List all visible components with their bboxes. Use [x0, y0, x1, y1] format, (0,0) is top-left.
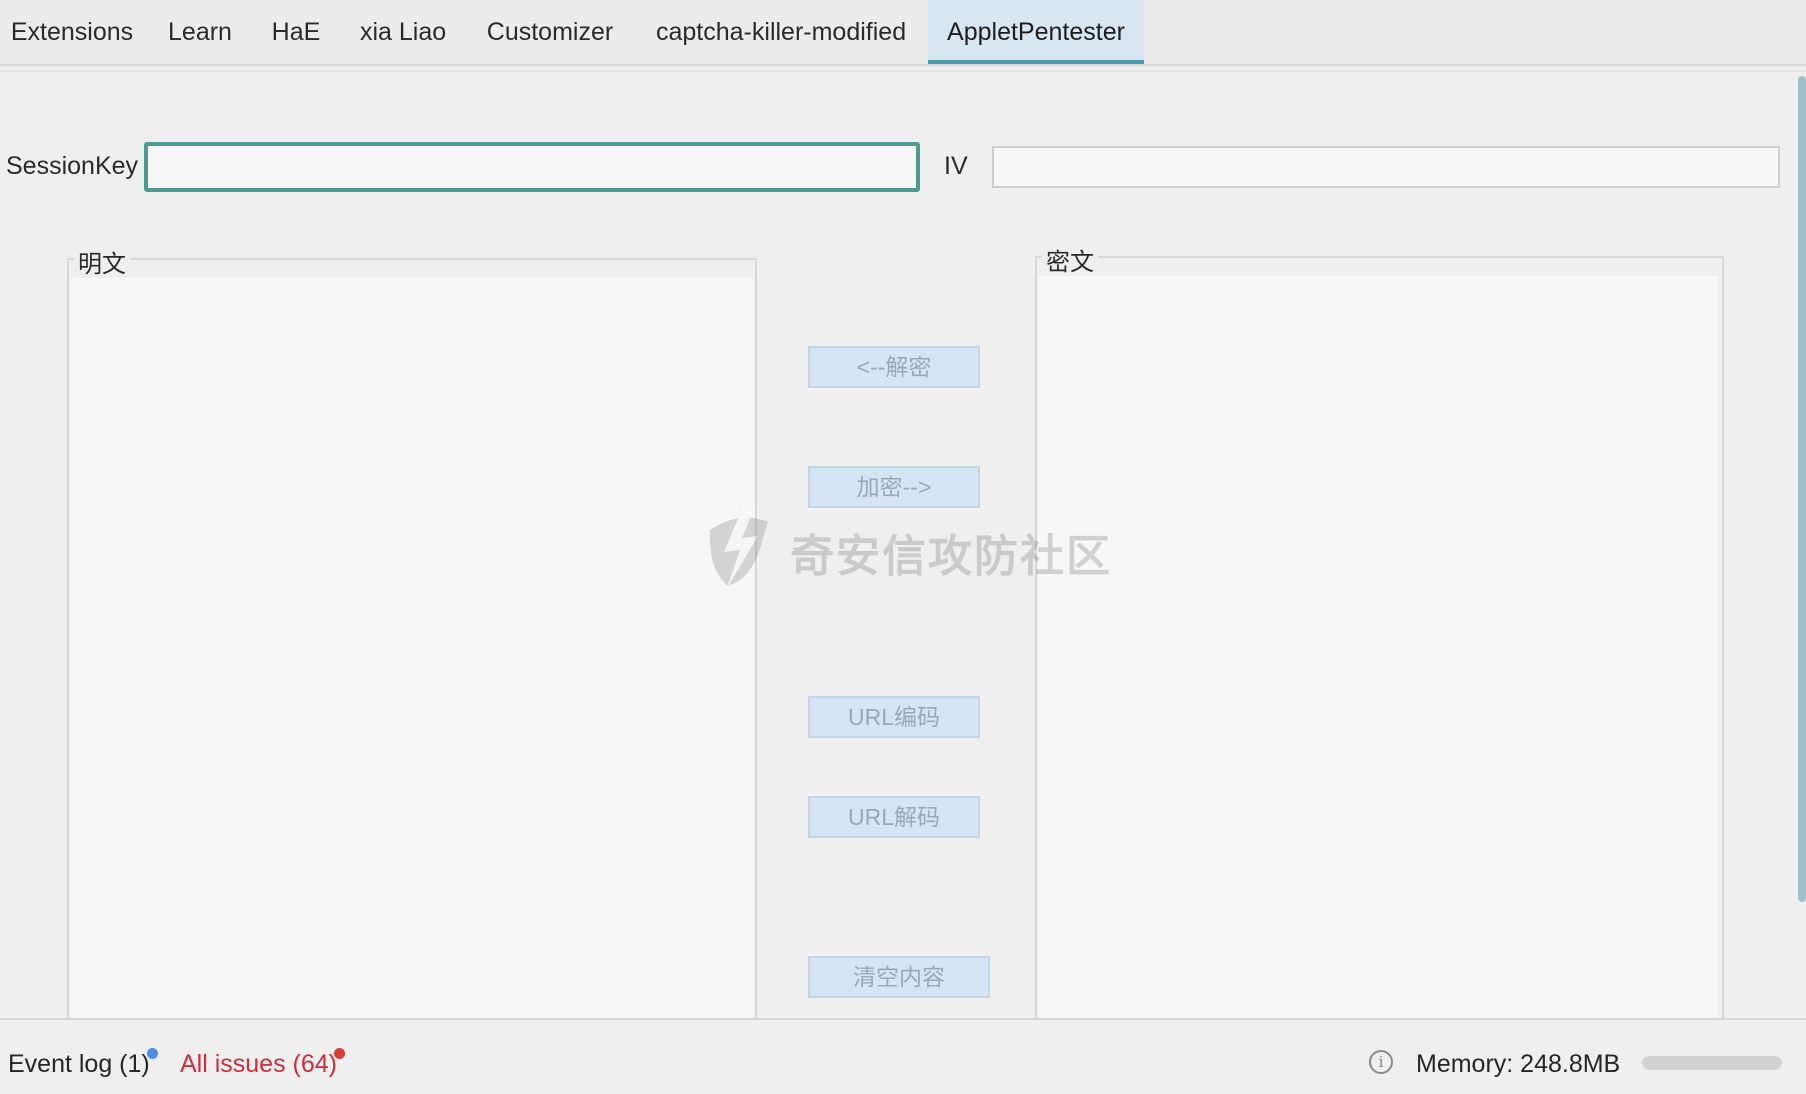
- memory-bar: [1642, 1056, 1782, 1070]
- tab-hae[interactable]: HaE: [262, 0, 330, 64]
- iv-label: IV: [944, 152, 968, 180]
- tab-customizer[interactable]: Customizer: [478, 0, 622, 64]
- ciphertext-title: 密文: [1042, 242, 1098, 277]
- tab-divider: [0, 70, 1806, 72]
- event-log-link[interactable]: Event log (1): [8, 1050, 150, 1079]
- memory-label: Memory: 248.8MB: [1416, 1050, 1621, 1078]
- decrypt-button[interactable]: <--解密: [808, 346, 980, 388]
- tab-captcha-killer-modified[interactable]: captcha-killer-modified: [648, 0, 912, 64]
- event-log-dot: [147, 1048, 158, 1059]
- tab-appletpentester[interactable]: AppletPentester: [928, 0, 1144, 64]
- ciphertext-textarea[interactable]: [1038, 276, 1718, 1018]
- session-key-input[interactable]: [144, 142, 920, 192]
- url-encode-button[interactable]: URL编码: [808, 696, 980, 738]
- url-decode-button[interactable]: URL解码: [808, 796, 980, 838]
- all-issues-dot: [334, 1048, 345, 1059]
- watermark-text: 奇安信攻防社区: [790, 532, 1112, 581]
- all-issues-link[interactable]: All issues (64): [180, 1050, 337, 1079]
- tab-xia-liao[interactable]: xia Liao: [352, 0, 452, 64]
- tab-bar: Extensions Learn HaE xia Liao Customizer…: [0, 0, 1806, 66]
- info-icon[interactable]: i: [1369, 1050, 1393, 1074]
- session-key-label: SessionKey: [6, 152, 139, 180]
- plaintext-title: 明文: [74, 244, 130, 279]
- watermark: 奇安信攻防社区: [700, 500, 1110, 590]
- tab-extensions[interactable]: Extensions: [0, 0, 144, 64]
- plaintext-textarea[interactable]: [70, 278, 754, 1018]
- watermark-logo-icon: [709, 504, 768, 590]
- iv-input[interactable]: [992, 146, 1780, 188]
- tab-learn[interactable]: Learn: [158, 0, 242, 64]
- clear-content-button[interactable]: 清空内容: [808, 956, 990, 998]
- vertical-scrollbar[interactable]: [1798, 76, 1806, 902]
